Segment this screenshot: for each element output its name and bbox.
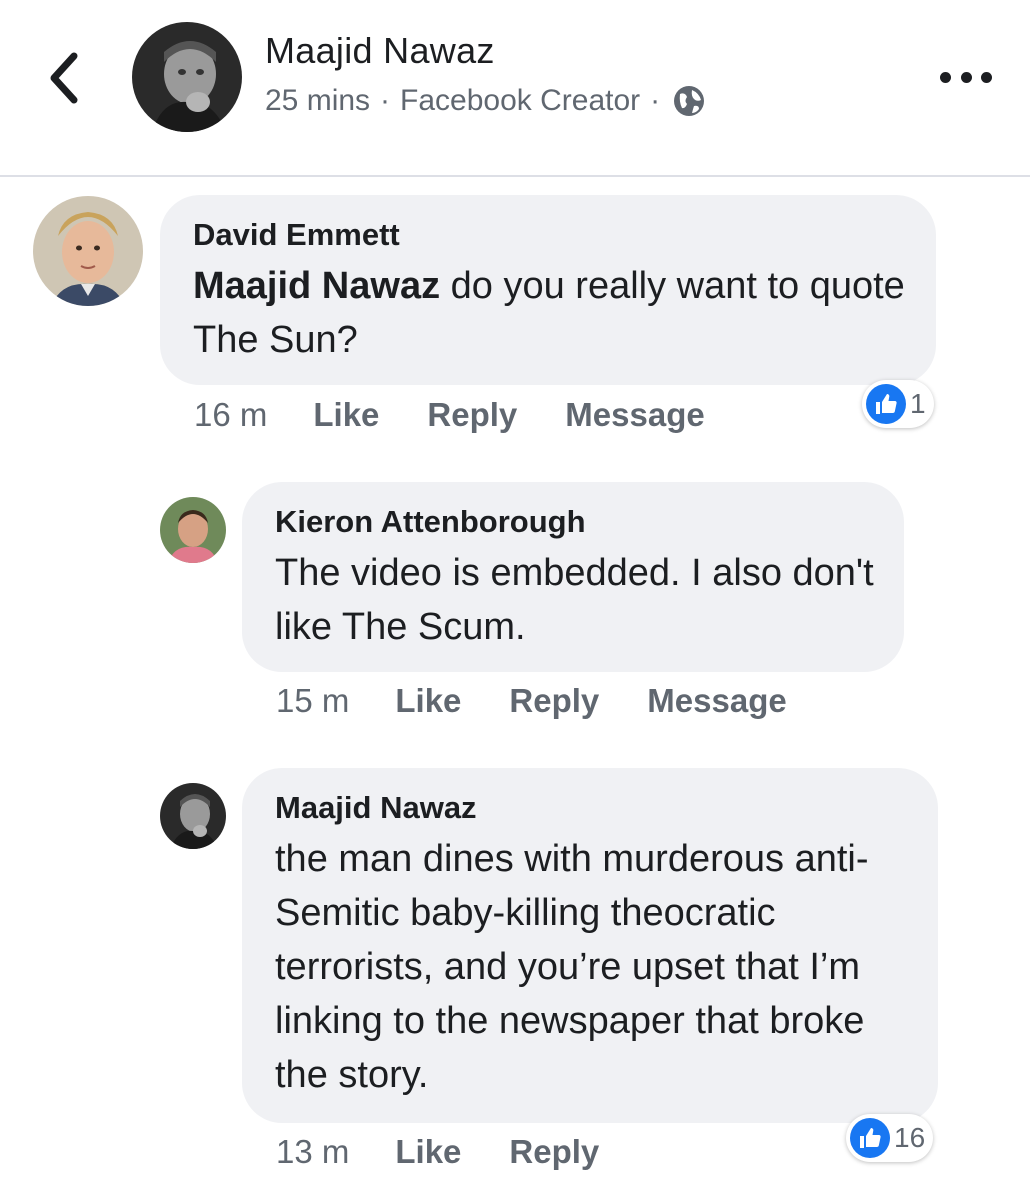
post-header: Maajid Nawaz 25 mins · Facebook Creator … bbox=[0, 0, 1030, 177]
like-button[interactable]: Like bbox=[395, 1133, 461, 1171]
more-options-button[interactable] bbox=[940, 62, 992, 92]
post-time[interactable]: 25 mins bbox=[265, 84, 370, 118]
comment-text: Maajid Nawaz do you really want to quote… bbox=[193, 265, 905, 361]
like-reaction-icon bbox=[866, 384, 906, 424]
meta-separator: · bbox=[380, 84, 391, 117]
reply-button[interactable]: Reply bbox=[427, 396, 517, 434]
meta-separator: · bbox=[650, 84, 661, 117]
comment-actions: 13 m Like Reply bbox=[276, 1133, 647, 1171]
comment-bubble: Kieron Attenborough The video is embedde… bbox=[242, 482, 904, 672]
comment-time[interactable]: 15 m bbox=[276, 682, 349, 720]
comment-author[interactable]: David Emmett bbox=[193, 217, 906, 253]
reaction-summary[interactable]: 1 bbox=[862, 380, 934, 428]
reply-button[interactable]: Reply bbox=[509, 682, 599, 720]
post-meta: 25 mins · Facebook Creator · bbox=[265, 84, 706, 118]
back-button[interactable] bbox=[40, 48, 90, 108]
message-button[interactable]: Message bbox=[565, 396, 704, 434]
commenter-avatar[interactable] bbox=[33, 196, 143, 306]
reaction-summary[interactable]: 16 bbox=[846, 1114, 934, 1162]
comment-time[interactable]: 16 m bbox=[194, 396, 267, 434]
author-name[interactable]: Maajid Nawaz bbox=[265, 30, 495, 72]
like-reaction-icon bbox=[850, 1118, 890, 1158]
reaction-count: 16 bbox=[894, 1122, 926, 1153]
comment-text: the man dines with murderous anti-Semiti… bbox=[275, 838, 869, 1096]
message-button[interactable]: Message bbox=[647, 682, 786, 720]
more-icon bbox=[940, 71, 951, 83]
reaction-count: 1 bbox=[910, 388, 926, 419]
post-source: Facebook Creator bbox=[400, 84, 641, 117]
comment-author[interactable]: Kieron Attenborough bbox=[275, 504, 874, 540]
chevron-left-icon bbox=[50, 52, 78, 104]
comment-time[interactable]: 13 m bbox=[276, 1133, 349, 1171]
comment-actions: 15 m Like Reply Message bbox=[276, 682, 835, 720]
commenter-avatar[interactable] bbox=[160, 783, 226, 849]
author-avatar[interactable] bbox=[132, 22, 242, 132]
mention-link[interactable]: Maajid Nawaz bbox=[193, 265, 440, 307]
comment-actions: 16 m Like Reply Message bbox=[194, 396, 753, 434]
like-button[interactable]: Like bbox=[313, 396, 379, 434]
reply-button[interactable]: Reply bbox=[509, 1133, 599, 1171]
commenter-avatar[interactable] bbox=[160, 497, 226, 563]
comment-bubble: David Emmett Maajid Nawaz do you really … bbox=[160, 195, 936, 385]
comment-text: The video is embedded. I also don't like… bbox=[275, 552, 874, 648]
comment-bubble: Maajid Nawaz the man dines with murderou… bbox=[242, 768, 938, 1123]
comment-author[interactable]: Maajid Nawaz bbox=[275, 790, 908, 826]
like-button[interactable]: Like bbox=[395, 682, 461, 720]
globe-icon bbox=[674, 86, 705, 116]
